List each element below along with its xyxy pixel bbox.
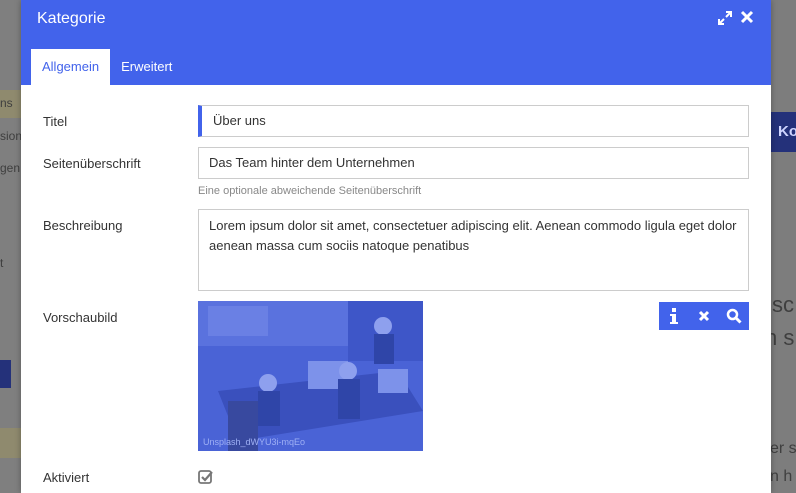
background-button: Ko: [770, 112, 796, 152]
subtitle-input[interactable]: Das Team hinter dem Unternehmen: [198, 147, 749, 179]
search-icon: [726, 308, 742, 324]
preview-label: Vorschaubild: [43, 310, 118, 325]
close-icon[interactable]: [740, 10, 754, 28]
background-text: gen: [0, 161, 21, 175]
dialog-header: Kategorie Allgemein Erweitert: [21, 0, 771, 85]
description-label: Beschreibung: [43, 218, 123, 233]
tab-bar: Allgemein Erweitert: [31, 49, 183, 85]
subtitle-help-text: Eine optionale abweichende Seitenübersch…: [198, 185, 422, 197]
background-text: sc: [772, 292, 794, 317]
background-text: n h: [770, 468, 793, 485]
tab-allgemein[interactable]: Allgemein: [31, 49, 111, 85]
remove-icon: [698, 310, 710, 322]
checkbox-checked-icon: [198, 470, 213, 484]
expand-icon[interactable]: [717, 10, 733, 30]
preview-caption: Unsplash_dWYU3i-mqEo: [203, 437, 306, 447]
info-button[interactable]: [659, 302, 689, 330]
remove-image-button[interactable]: [689, 302, 719, 330]
background-button: [0, 360, 11, 388]
category-dialog: Kategorie Allgemein Erweitert Titel Über…: [21, 0, 771, 493]
titel-input[interactable]: Über uns: [198, 105, 749, 137]
titel-label: Titel: [43, 114, 68, 129]
zoom-image-button[interactable]: [719, 302, 749, 330]
background-highlight: [0, 428, 22, 458]
background-text: ns: [0, 96, 13, 110]
preview-image[interactable]: Unsplash_dWYU3i-mqEo: [198, 301, 423, 451]
subtitle-label: Seitenüberschrift: [43, 156, 141, 171]
active-label: Aktiviert: [43, 470, 90, 485]
background-text: er s: [770, 440, 796, 457]
background-text: sion: [0, 129, 23, 143]
image-toolbar: [659, 302, 749, 330]
background-left-strip: [0, 0, 22, 493]
background-text: t: [0, 256, 4, 270]
tab-erweitert[interactable]: Erweitert: [110, 49, 183, 85]
dialog-title: Kategorie: [37, 10, 106, 27]
active-checkbox[interactable]: [198, 469, 213, 484]
info-icon: [670, 308, 678, 324]
description-textarea[interactable]: Lorem ipsum dolor sit amet, consectetuer…: [198, 209, 749, 291]
preview-photo: [198, 301, 423, 451]
